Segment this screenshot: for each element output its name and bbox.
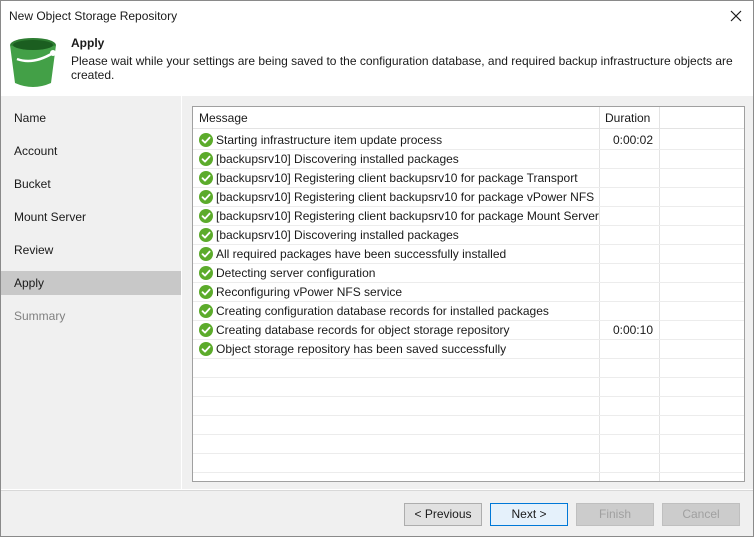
log-row[interactable]: [backupsrv10] Registering client backups… — [193, 169, 744, 188]
log-row[interactable]: Creating configuration database records … — [193, 302, 744, 321]
log-row[interactable]: [backupsrv10] Registering client backups… — [193, 188, 744, 207]
check-circle-icon — [199, 228, 213, 242]
log-row[interactable]: Reconfiguring vPower NFS service — [193, 283, 744, 302]
log-row[interactable]: Starting infrastructure item update proc… — [193, 131, 744, 150]
close-button[interactable] — [719, 1, 753, 31]
log-message: [backupsrv10] Registering client backups… — [216, 190, 595, 204]
log-message: [backupsrv10] Registering client backups… — [216, 209, 599, 223]
empty-row — [193, 359, 744, 378]
log-message: [backupsrv10] Discovering installed pack… — [216, 228, 459, 242]
finish-button: Finish — [576, 503, 654, 526]
close-icon — [730, 10, 742, 22]
previous-button[interactable]: < Previous — [404, 503, 482, 526]
check-circle-icon — [199, 342, 213, 356]
check-circle-icon — [199, 190, 213, 204]
log-message: Object storage repository has been saved… — [216, 342, 507, 356]
nav-item-summary: Summary — [14, 309, 66, 323]
empty-row — [193, 416, 744, 435]
log-message: Starting infrastructure item update proc… — [216, 133, 443, 147]
nav-item-mount-server[interactable]: Mount Server — [1, 205, 181, 229]
step-title: Apply — [71, 36, 105, 50]
log-duration: 0:00:02 — [612, 133, 653, 147]
empty-row — [193, 435, 744, 454]
empty-row — [193, 378, 744, 397]
log-message: Creating configuration database records … — [216, 304, 549, 318]
empty-row — [193, 397, 744, 416]
nav-item-account[interactable]: Account — [1, 139, 181, 163]
step-description: Please wait while your settings are bein… — [71, 54, 733, 82]
grid-header: Message Duration — [193, 107, 744, 129]
check-circle-icon — [199, 304, 213, 318]
nav-item-bucket[interactable]: Bucket — [1, 172, 181, 196]
log-row[interactable]: [backupsrv10] Registering client backups… — [193, 207, 744, 226]
bucket-icon — [10, 38, 56, 87]
window-title: New Object Storage Repository — [9, 9, 178, 23]
log-message: Detecting server configuration — [216, 266, 376, 280]
log-row[interactable]: [backupsrv10] Discovering installed pack… — [193, 226, 744, 245]
log-row[interactable]: [backupsrv10] Discovering installed pack… — [193, 150, 744, 169]
wizard-footer: < Previous Next > Finish Cancel — [1, 490, 753, 536]
log-message: Reconfiguring vPower NFS service — [216, 285, 403, 299]
log-row[interactable]: Object storage repository has been saved… — [193, 340, 744, 359]
log-row[interactable]: Detecting server configuration — [193, 264, 744, 283]
wizard-steps-nav: Name Account Bucket Mount Server Review … — [1, 96, 181, 489]
nav-item-apply[interactable]: Apply — [1, 271, 181, 295]
column-header-duration[interactable]: Duration — [599, 107, 659, 129]
log-message: [backupsrv10] Registering client backups… — [216, 171, 578, 185]
log-row[interactable]: Creating database records for object sto… — [193, 321, 744, 340]
title-bar: New Object Storage Repository — [1, 1, 753, 31]
log-message: Creating database records for object sto… — [216, 323, 510, 337]
check-circle-icon — [199, 133, 213, 147]
wizard-window: New Object Storage Repository Apply Plea… — [0, 0, 754, 537]
check-circle-icon — [199, 285, 213, 299]
empty-row — [193, 454, 744, 473]
log-duration: 0:00:10 — [612, 323, 653, 337]
wizard-header: Apply Please wait while your settings ar… — [1, 31, 753, 95]
check-circle-icon — [199, 323, 213, 337]
check-circle-icon — [199, 209, 213, 223]
next-button[interactable]: Next > — [490, 503, 568, 526]
nav-item-name[interactable]: Name — [1, 106, 181, 130]
log-message: All required packages have been successf… — [216, 247, 507, 261]
cancel-button: Cancel — [662, 503, 740, 526]
check-circle-icon — [199, 171, 213, 185]
log-message: [backupsrv10] Discovering installed pack… — [216, 152, 459, 166]
content-panel: Message Duration Starting infrastructure… — [182, 96, 753, 489]
check-circle-icon — [199, 247, 213, 261]
progress-log-grid[interactable]: Message Duration Starting infrastructure… — [192, 106, 745, 482]
check-circle-icon — [199, 152, 213, 166]
nav-item-review[interactable]: Review — [1, 238, 181, 262]
check-circle-icon — [199, 266, 213, 280]
column-header-message[interactable]: Message — [193, 107, 599, 129]
log-row[interactable]: All required packages have been successf… — [193, 245, 744, 264]
